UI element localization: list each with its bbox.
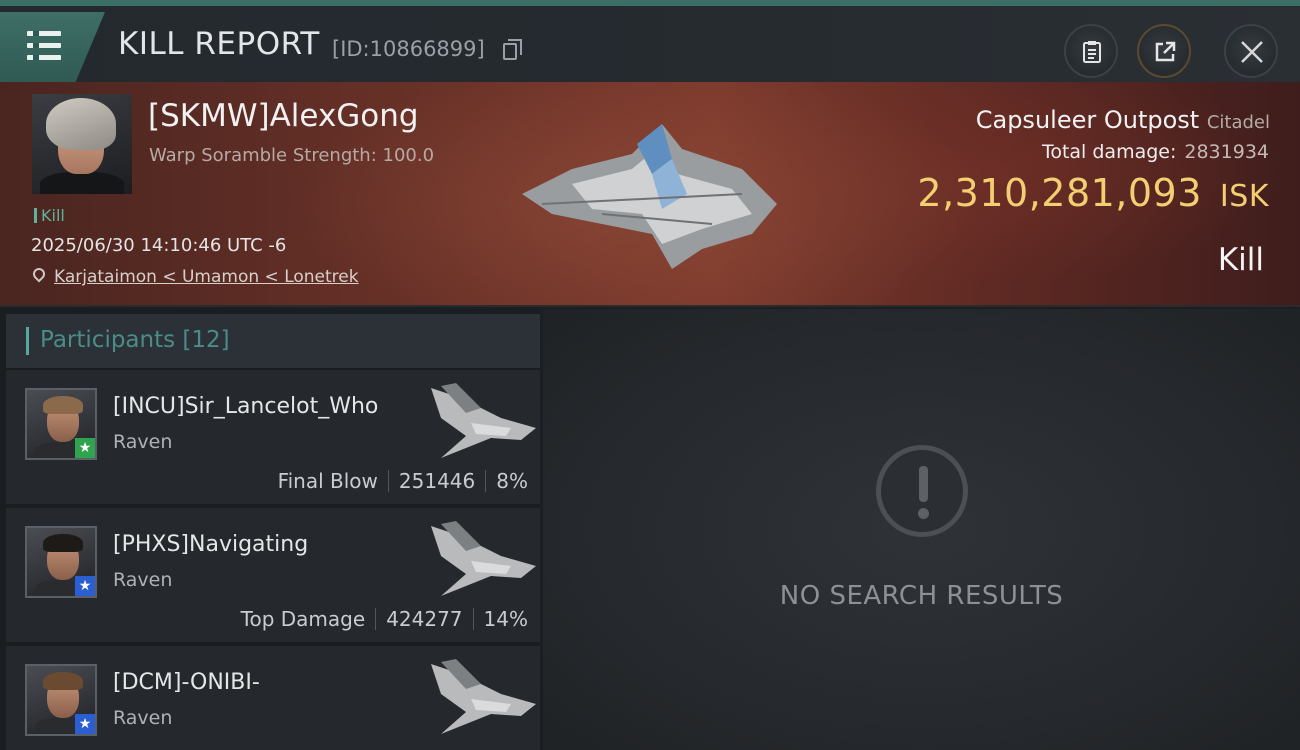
participant-name: [DCM]-ONIBI- xyxy=(113,670,260,695)
participant-role: Top Damage xyxy=(240,607,366,631)
structure-image xyxy=(522,124,777,269)
participant-ship: Raven xyxy=(113,707,173,729)
kill-summary-banner: [SKMW]AlexGong Warp Soramble Strength: 1… xyxy=(0,82,1300,307)
participant-avatar[interactable]: ★ xyxy=(25,526,97,598)
participants-header: Participants [12] xyxy=(6,314,540,368)
total-damage: Total damage: 2831934 xyxy=(1042,141,1269,163)
participant-stats: Top Damage 424277 14% xyxy=(241,607,528,631)
participant-damage: 424277 xyxy=(386,607,463,631)
clipboard-button[interactable] xyxy=(1064,24,1118,78)
participants-label: Participants xyxy=(40,327,176,353)
share-button[interactable] xyxy=(1137,24,1191,78)
alert-icon xyxy=(876,445,968,537)
target-class: Citadel xyxy=(1206,112,1270,133)
victim-name[interactable]: [SKMW]AlexGong xyxy=(148,98,419,134)
location-link[interactable]: Karjataimon < Umamon < Lonetrek xyxy=(54,267,359,287)
participant-ship: Raven xyxy=(113,569,173,591)
participant-percent: 14% xyxy=(483,607,528,631)
participant-ship: Raven xyxy=(113,431,173,453)
star-icon: ★ xyxy=(75,714,95,734)
result-label: Kill xyxy=(1217,242,1264,278)
participant-row[interactable]: ★ [DCM]-ONIBI- Raven xyxy=(6,646,540,750)
star-icon: ★ xyxy=(75,438,95,458)
copy-icon[interactable] xyxy=(503,39,522,60)
victim-avatar[interactable] xyxy=(32,94,132,194)
isk-value: 2,310,281,093 ISK xyxy=(917,171,1269,215)
clipboard-icon xyxy=(1083,41,1101,63)
close-icon xyxy=(1241,41,1263,63)
report-id: [ID:10866899] xyxy=(332,37,485,61)
participant-name: [PHXS]Navigating xyxy=(113,532,309,557)
kill-timestamp: 2025/06/30 14:10:46 UTC -6 xyxy=(31,235,287,256)
location-pin-icon xyxy=(30,265,48,283)
participants-panel: Participants [12] ★ [INCU]Sir_Lancelot_W… xyxy=(0,309,540,750)
results-panel: NO SEARCH RESULTS xyxy=(543,309,1300,750)
isk-amount: 2,310,281,093 xyxy=(917,171,1202,215)
ship-image xyxy=(431,521,536,596)
participant-damage: 251446 xyxy=(398,469,476,493)
target-name: Capsuleer Outpost Citadel xyxy=(976,106,1270,134)
share-icon xyxy=(1155,41,1176,62)
menu-button[interactable] xyxy=(0,12,105,82)
participant-row[interactable]: ★ [PHXS]Navigating Raven Top Damage 42427… xyxy=(6,508,540,642)
close-button[interactable] xyxy=(1224,24,1278,78)
participant-name: [INCU]Sir_Lancelot_Who xyxy=(113,394,379,419)
total-damage-value: 2831934 xyxy=(1184,141,1269,163)
ship-image xyxy=(431,383,536,458)
participant-percent: 8% xyxy=(496,469,528,493)
participants-count: [12] xyxy=(182,327,230,353)
empty-state-text: NO SEARCH RESULTS xyxy=(779,581,1064,611)
isk-unit: ISK xyxy=(1219,179,1269,214)
kill-tag: Kill xyxy=(34,206,65,225)
participant-role: Final Blow xyxy=(277,469,378,493)
star-icon: ★ xyxy=(75,576,95,596)
target-name-text: Capsuleer Outpost xyxy=(975,106,1200,134)
page-title: KILL REPORT xyxy=(118,26,320,62)
top-bar: KILL REPORT [ID:10866899] xyxy=(0,0,1300,82)
participant-row[interactable]: ★ [INCU]Sir_Lancelot_Who Raven Final Blo… xyxy=(6,370,540,504)
ship-image xyxy=(431,659,536,734)
participant-avatar[interactable]: ★ xyxy=(25,388,97,460)
victim-subtitle: Warp Soramble Strength: 100.0 xyxy=(149,145,435,166)
participant-avatar[interactable]: ★ xyxy=(25,664,97,736)
total-damage-label: Total damage: xyxy=(1041,141,1177,163)
kill-tag-label: Kill xyxy=(41,206,65,225)
participant-stats: Final Blow 251446 8% xyxy=(278,469,528,493)
